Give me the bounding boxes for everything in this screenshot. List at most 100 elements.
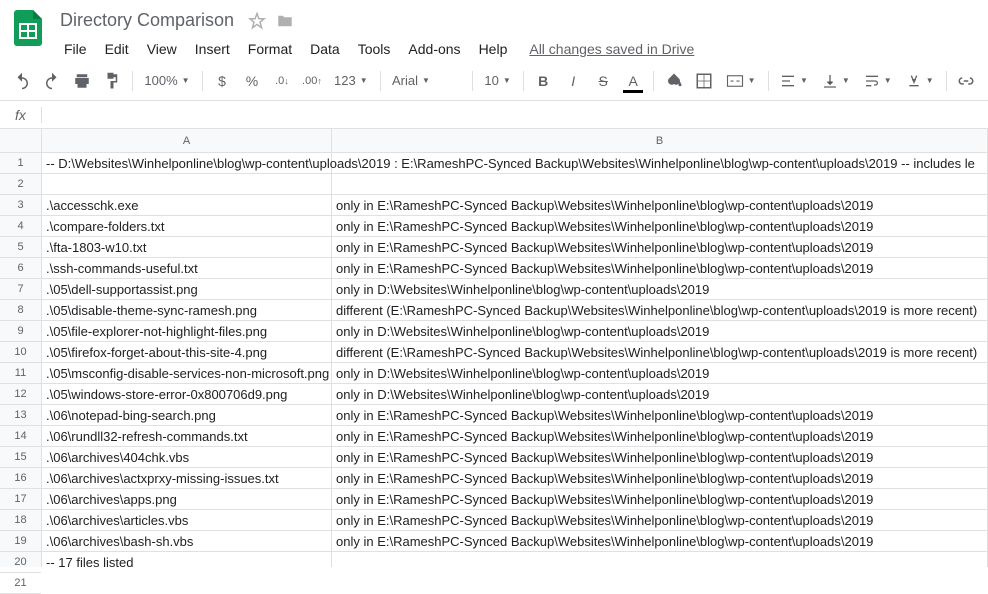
horizontal-align-button[interactable]: ▼ bbox=[774, 68, 814, 94]
redo-button[interactable] bbox=[38, 67, 66, 95]
menu-tools[interactable]: Tools bbox=[350, 37, 399, 61]
menu-data[interactable]: Data bbox=[302, 37, 348, 61]
star-icon[interactable] bbox=[248, 12, 266, 30]
cell[interactable]: -- D:\Websites\Winhelponline\blog\wp-con… bbox=[42, 153, 332, 173]
cell[interactable]: .\05\file-explorer-not-highlight-files.p… bbox=[42, 321, 332, 341]
cell[interactable]: only in D:\Websites\Winhelponline\blog\w… bbox=[332, 279, 988, 299]
cell[interactable]: only in E:\RameshPC-Synced Backup\Websit… bbox=[332, 531, 988, 551]
cell[interactable]: .\05\windows-store-error-0x800706d9.png bbox=[42, 384, 332, 404]
save-status[interactable]: All changes saved in Drive bbox=[529, 41, 694, 57]
font-dropdown[interactable]: Arial▼ bbox=[386, 68, 466, 94]
select-all-corner[interactable] bbox=[0, 129, 41, 153]
decrease-decimal-button[interactable]: .0↓ bbox=[268, 67, 296, 95]
borders-button[interactable] bbox=[690, 67, 718, 95]
cell[interactable]: .\06\archives\actxprxy-missing-issues.tx… bbox=[42, 468, 332, 488]
cell[interactable]: .\compare-folders.txt bbox=[42, 216, 332, 236]
menu-help[interactable]: Help bbox=[471, 37, 516, 61]
undo-button[interactable] bbox=[8, 67, 36, 95]
row-header[interactable]: 18 bbox=[0, 510, 41, 531]
insert-link-button[interactable] bbox=[952, 67, 980, 95]
cell[interactable]: only in D:\Websites\Winhelponline\blog\w… bbox=[332, 363, 988, 383]
cell[interactable]: only in E:\RameshPC-Synced Backup\Websit… bbox=[332, 468, 988, 488]
cell[interactable]: .\06\archives\articles.vbs bbox=[42, 510, 332, 530]
cell[interactable]: .\05\dell-supportassist.png bbox=[42, 279, 332, 299]
cell[interactable]: .\ssh-commands-useful.txt bbox=[42, 258, 332, 278]
row-header[interactable]: 2 bbox=[0, 174, 41, 195]
column-header-a[interactable]: A bbox=[42, 129, 332, 152]
formula-input[interactable] bbox=[42, 101, 988, 128]
row-header[interactable]: 10 bbox=[0, 342, 41, 363]
row-header[interactable]: 13 bbox=[0, 405, 41, 426]
percent-button[interactable]: % bbox=[238, 67, 266, 95]
row-header[interactable]: 3 bbox=[0, 195, 41, 216]
print-button[interactable] bbox=[68, 67, 96, 95]
currency-button[interactable]: $ bbox=[208, 67, 236, 95]
folder-icon[interactable] bbox=[276, 12, 294, 30]
cell[interactable]: .\05\firefox-forget-about-this-site-4.pn… bbox=[42, 342, 332, 362]
cell[interactable]: .\06\rundll32-refresh-commands.txt bbox=[42, 426, 332, 446]
cell[interactable] bbox=[332, 174, 988, 194]
cell[interactable]: .\06\archives\404chk.vbs bbox=[42, 447, 332, 467]
vertical-align-button[interactable]: ▼ bbox=[816, 68, 856, 94]
cell[interactable] bbox=[42, 174, 332, 194]
cell[interactable]: only in E:\RameshPC-Synced Backup\Websit… bbox=[332, 195, 988, 215]
bold-button[interactable]: B bbox=[529, 67, 557, 95]
cell[interactable]: only in E:\RameshPC-Synced Backup\Websit… bbox=[332, 489, 988, 509]
cell[interactable]: only in D:\Websites\Winhelponline\blog\w… bbox=[332, 321, 988, 341]
menu-format[interactable]: Format bbox=[240, 37, 300, 61]
font-size-dropdown[interactable]: 10▼ bbox=[478, 68, 516, 94]
cell[interactable]: .\05\msconfig-disable-services-non-micro… bbox=[42, 363, 332, 383]
menu-addons[interactable]: Add-ons bbox=[400, 37, 468, 61]
menu-edit[interactable]: Edit bbox=[97, 37, 137, 61]
cell[interactable]: .\06\archives\bash-sh.vbs bbox=[42, 531, 332, 551]
row-header[interactable]: 12 bbox=[0, 384, 41, 405]
cell[interactable]: .\accesschk.exe bbox=[42, 195, 332, 215]
cell[interactable]: .\05\disable-theme-sync-ramesh.png bbox=[42, 300, 332, 320]
menu-file[interactable]: File bbox=[56, 37, 95, 61]
paint-format-button[interactable] bbox=[98, 67, 126, 95]
cell[interactable]: .\06\archives\apps.png bbox=[42, 489, 332, 509]
row-header[interactable]: 20 bbox=[0, 552, 41, 573]
text-color-button[interactable]: A bbox=[619, 67, 647, 95]
cell[interactable]: different (E:\RameshPC-Synced Backup\Web… bbox=[332, 300, 988, 320]
cell[interactable]: .\fta-1803-w10.txt bbox=[42, 237, 332, 257]
text-rotation-button[interactable]: ▼ bbox=[900, 68, 940, 94]
cell[interactable]: .\06\notepad-bing-search.png bbox=[42, 405, 332, 425]
row-header[interactable]: 7 bbox=[0, 279, 41, 300]
sheets-logo[interactable] bbox=[8, 8, 48, 48]
cell[interactable]: only in E:\RameshPC-Synced Backup\Websit… bbox=[332, 510, 988, 530]
cell[interactable]: only in E:\RameshPC-Synced Backup\Websit… bbox=[332, 405, 988, 425]
cell[interactable]: only in E:\RameshPC-Synced Backup\Websit… bbox=[332, 237, 988, 257]
row-header[interactable]: 4 bbox=[0, 216, 41, 237]
merge-cells-button[interactable]: ▼ bbox=[720, 68, 762, 94]
row-header[interactable]: 14 bbox=[0, 426, 41, 447]
cell[interactable]: only in E:\RameshPC-Synced Backup\Websit… bbox=[332, 216, 988, 236]
row-header[interactable]: 21 bbox=[0, 573, 41, 594]
row-header[interactable]: 15 bbox=[0, 447, 41, 468]
menu-insert[interactable]: Insert bbox=[187, 37, 238, 61]
row-header[interactable]: 16 bbox=[0, 468, 41, 489]
menu-view[interactable]: View bbox=[139, 37, 185, 61]
number-format-dropdown[interactable]: 123▼ bbox=[328, 68, 374, 94]
cell[interactable]: only in E:\RameshPC-Synced Backup\Websit… bbox=[332, 426, 988, 446]
increase-decimal-button[interactable]: .00↑ bbox=[298, 67, 326, 95]
strikethrough-button[interactable]: S bbox=[589, 67, 617, 95]
cell[interactable] bbox=[332, 552, 988, 567]
row-header[interactable]: 1 bbox=[0, 153, 41, 174]
row-header[interactable]: 8 bbox=[0, 300, 41, 321]
fill-color-button[interactable] bbox=[660, 67, 688, 95]
cell[interactable]: only in D:\Websites\Winhelponline\blog\w… bbox=[332, 384, 988, 404]
row-header[interactable]: 11 bbox=[0, 363, 41, 384]
italic-button[interactable]: I bbox=[559, 67, 587, 95]
row-header[interactable]: 5 bbox=[0, 237, 41, 258]
row-header[interactable]: 19 bbox=[0, 531, 41, 552]
zoom-dropdown[interactable]: 100%▼ bbox=[138, 68, 195, 94]
document-title[interactable]: Directory Comparison bbox=[56, 8, 238, 33]
row-header[interactable]: 17 bbox=[0, 489, 41, 510]
cell[interactable]: only in E:\RameshPC-Synced Backup\Websit… bbox=[332, 447, 988, 467]
row-header[interactable]: 9 bbox=[0, 321, 41, 342]
column-header-b[interactable]: B bbox=[332, 129, 988, 152]
text-wrap-button[interactable]: ▼ bbox=[858, 68, 898, 94]
cell[interactable]: only in E:\RameshPC-Synced Backup\Websit… bbox=[332, 258, 988, 278]
cell[interactable]: -- 17 files listed bbox=[42, 552, 332, 567]
